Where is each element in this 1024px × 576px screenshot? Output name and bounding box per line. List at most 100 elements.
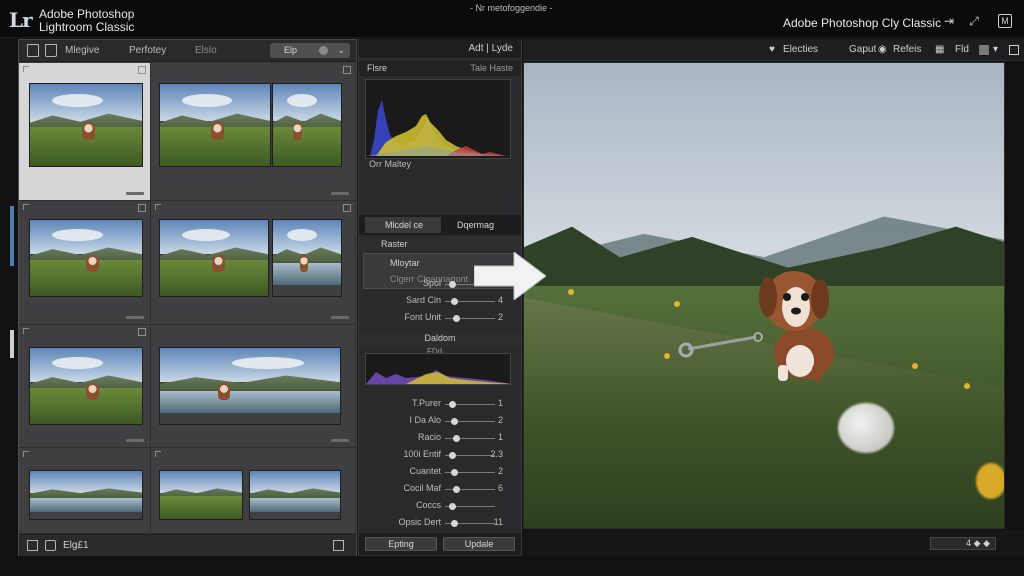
daldom-section-header[interactable]: Daldom: [359, 331, 521, 346]
photo-thumbnail[interactable]: [249, 470, 341, 520]
toolbar-item-1[interactable]: Electies: [783, 44, 818, 55]
tab-mlegive[interactable]: Mlegive: [65, 45, 99, 56]
toolbar-item-4[interactable]: Fld: [955, 44, 969, 55]
histogram-section-header[interactable]: Flsre Tale Haste: [359, 61, 521, 76]
tab-mlcdel[interactable]: Mlcdel ce: [365, 217, 441, 233]
photo-thumbnail[interactable]: [159, 219, 269, 297]
slider-value: 6: [497, 483, 503, 493]
slider-handle[interactable]: [451, 418, 458, 425]
grid-cell[interactable]: [151, 201, 356, 325]
update-button[interactable]: Updale: [443, 537, 515, 551]
library-footer: Elg£1: [19, 534, 356, 556]
slider-handle[interactable]: [449, 281, 456, 288]
monitor-icon[interactable]: [27, 540, 38, 551]
grid-cell[interactable]: [19, 201, 151, 325]
slider-label: Opsic Dert: [398, 517, 441, 527]
histogram-caption: Orr Maltey: [369, 159, 412, 169]
zoom-readout[interactable]: 4 ◆ ◆: [930, 537, 996, 550]
arrow-right-icon: [474, 252, 546, 300]
badge-icon: [138, 328, 146, 336]
side-accent-white: [10, 330, 14, 358]
slider-row[interactable]: Coccs: [359, 499, 521, 513]
grid-icon[interactable]: ▦: [935, 44, 944, 55]
rating-bar: [126, 439, 144, 442]
grid-cell[interactable]: [151, 63, 356, 201]
slider-handle[interactable]: [453, 486, 460, 493]
toolbar-item-3[interactable]: Refeis: [893, 44, 921, 55]
library-grid-panel: Mlegive Perfotey Elslo Elp ⌄ Elg£1: [18, 39, 357, 556]
badge-icon: [343, 204, 351, 212]
m-icon[interactable]: M: [998, 14, 1012, 28]
slider-label: Cuantet: [409, 466, 441, 476]
slider-value: 2: [497, 466, 503, 476]
slider-row[interactable]: I Da Alo 2: [359, 414, 521, 428]
slider-handle[interactable]: [449, 503, 456, 510]
section-right-label: Tale Haste: [470, 63, 513, 73]
slider-value: 2.3: [490, 449, 503, 459]
thumbnail-grid: [19, 63, 356, 534]
raster-item-1[interactable]: Mloytar: [390, 258, 420, 268]
color-swatch-icon[interactable]: [979, 45, 989, 55]
slider-handle[interactable]: [451, 469, 458, 476]
photo-thumbnail[interactable]: [159, 470, 243, 520]
slider-handle[interactable]: [453, 315, 460, 322]
chevron-down-icon[interactable]: ▾: [993, 44, 998, 55]
grid-cell[interactable]: [151, 448, 356, 534]
grid-cell[interactable]: [19, 63, 151, 201]
slider-label: 100i Entif: [403, 449, 441, 459]
page-icon[interactable]: [27, 44, 39, 57]
slider-row[interactable]: 100i Entif 2.3: [359, 448, 521, 462]
toolbar-item-2[interactable]: Gaput: [849, 44, 876, 55]
square-icon[interactable]: [1009, 45, 1019, 55]
slider-row[interactable]: Cuantet 2: [359, 465, 521, 479]
heart-icon[interactable]: ♥: [769, 44, 775, 55]
document-title: - Nr metofoggendie -: [470, 3, 553, 13]
corner-mark-icon: [155, 451, 161, 457]
export-icon[interactable]: [333, 540, 344, 551]
tab-elslo[interactable]: Elslo: [195, 45, 217, 56]
tab-icon[interactable]: ⇥: [941, 14, 957, 28]
expand-icon[interactable]: ⤢: [966, 14, 982, 28]
lightroom-window: { "titlebar": { "logo": "Lr", "app_line1…: [0, 0, 1024, 576]
histogram: [365, 79, 511, 159]
slider-row[interactable]: Racio 1: [359, 431, 521, 445]
slider-handle[interactable]: [453, 435, 460, 442]
raster-section-header[interactable]: Raster: [359, 237, 521, 252]
tab-dqermag[interactable]: Dqermag: [447, 217, 517, 233]
photo-thumbnail[interactable]: [272, 219, 342, 297]
slider-handle[interactable]: [449, 452, 456, 459]
dandelion-ball: [838, 403, 894, 453]
side-accent-blue: [10, 206, 14, 266]
slider-handle[interactable]: [449, 401, 456, 408]
tab-perfotey[interactable]: Perfotey: [129, 45, 166, 56]
photo-thumbnail[interactable]: [159, 83, 271, 167]
slider-row[interactable]: Font Unit 2: [359, 311, 521, 325]
photo-thumbnail[interactable]: [29, 219, 143, 297]
main-photo-preview[interactable]: [523, 62, 1005, 529]
slider-row[interactable]: T.Purer 1: [359, 397, 521, 411]
grid-cell[interactable]: [151, 325, 356, 448]
leash-clip: [678, 332, 763, 358]
mini-histogram: [365, 353, 511, 385]
photo-thumbnail[interactable]: [29, 83, 143, 167]
photo-thumbnail[interactable]: [272, 83, 342, 167]
photo-thumbnail[interactable]: [29, 470, 143, 520]
grid-cell[interactable]: [19, 325, 151, 448]
badge-icon: [138, 66, 146, 74]
slider-value: 1: [497, 432, 503, 442]
epting-button[interactable]: Epting: [365, 537, 437, 551]
slider-row[interactable]: Opsic Dert 11: [359, 516, 521, 530]
grid-cell[interactable]: [19, 448, 151, 534]
slider-row[interactable]: Cocil Maf 6: [359, 482, 521, 496]
folder-icon[interactable]: [45, 44, 57, 57]
view-select-label: Elp: [284, 45, 298, 55]
photo-thumbnail[interactable]: [29, 347, 143, 425]
view-select[interactable]: Elp ⌄: [270, 43, 350, 58]
slider-handle[interactable]: [451, 520, 458, 527]
slider-value: 1: [497, 398, 503, 408]
develop-footer: Epting Updale: [359, 533, 521, 555]
globe-icon[interactable]: ◉: [878, 44, 887, 55]
slider-handle[interactable]: [451, 298, 458, 305]
photo-thumbnail[interactable]: [159, 347, 341, 425]
square-icon[interactable]: [45, 540, 56, 551]
